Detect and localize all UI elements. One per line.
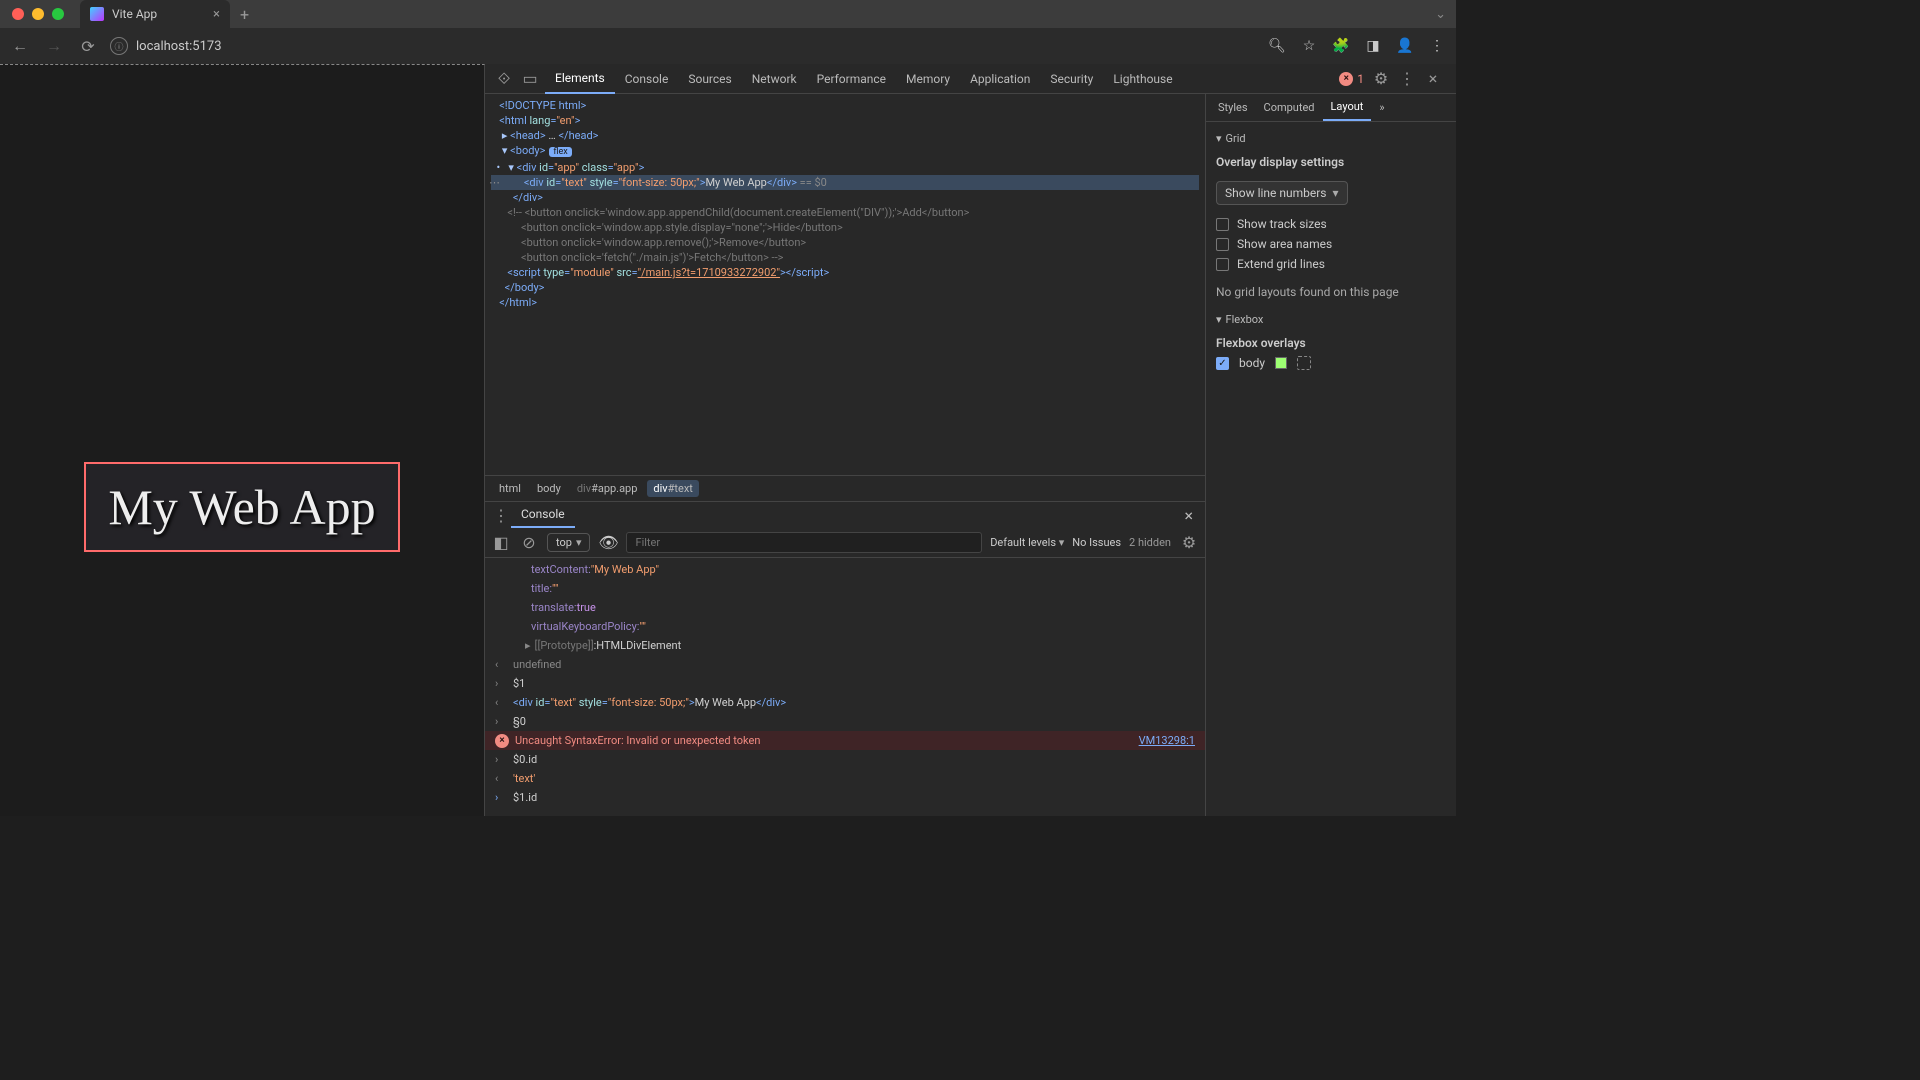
panel-toggle-icon[interactable]: ◨ — [1362, 38, 1384, 54]
no-grid-msg: No grid layouts found on this page — [1216, 285, 1446, 299]
color-swatch[interactable] — [1275, 357, 1287, 369]
tab-performance[interactable]: Performance — [807, 64, 896, 94]
error-dot-icon: × — [1339, 72, 1353, 86]
flexbox-section[interactable]: Flexbox — [1216, 313, 1446, 326]
vite-icon — [90, 7, 104, 21]
tab-title: Vite App — [112, 7, 157, 21]
forward-button: → — [42, 34, 66, 58]
tab-application[interactable]: Application — [960, 64, 1040, 94]
gear-icon[interactable]: ⚙ — [1370, 68, 1392, 90]
breadcrumb[interactable]: html body div#app.app div#text — [485, 475, 1205, 501]
menu-icon[interactable]: ⋮ — [1426, 38, 1448, 54]
close-window[interactable] — [12, 8, 24, 20]
extensions-icon[interactable]: 🧩 — [1330, 38, 1352, 54]
no-issues[interactable]: No Issues — [1072, 536, 1121, 549]
inspect-icon[interactable]: ⟐ — [493, 68, 515, 90]
close-tab-icon[interactable]: × — [213, 7, 220, 22]
error-x-icon: × — [495, 734, 509, 748]
reload-button[interactable]: ⟳ — [76, 34, 100, 58]
grid-section[interactable]: Grid — [1216, 132, 1446, 145]
tab-network[interactable]: Network — [742, 64, 807, 94]
tab-computed[interactable]: Computed — [1256, 94, 1323, 121]
close-drawer-icon[interactable]: × — [1178, 506, 1199, 525]
eye-icon[interactable]: 👁 — [598, 533, 618, 553]
console-prompt[interactable]: $1.id — [485, 788, 1205, 807]
site-info-icon[interactable]: ⓘ — [110, 37, 128, 55]
console-settings-icon[interactable]: ⚙ — [1179, 533, 1199, 553]
tab-memory[interactable]: Memory — [896, 64, 960, 94]
chk-area-names[interactable]: Show area names — [1216, 237, 1446, 251]
tab-elements[interactable]: Elements — [545, 64, 615, 94]
maximize-window[interactable] — [52, 8, 64, 20]
inspected-element-overlay: My Web App — [84, 462, 400, 552]
error-row: ×Uncaught SyntaxError: Invalid or unexpe… — [485, 731, 1205, 750]
tab-sources[interactable]: Sources — [678, 64, 741, 94]
body-flex-checkbox[interactable]: ✓ — [1216, 357, 1229, 370]
new-tab-button[interactable]: + — [240, 5, 249, 24]
tab-console[interactable]: Console — [615, 64, 679, 94]
search-icon[interactable]: 🔍︎ — [1266, 38, 1288, 54]
chk-grid-lines[interactable]: Extend grid lines — [1216, 257, 1446, 271]
browser-tab[interactable]: Vite App × — [80, 0, 230, 28]
drawer-menu-icon[interactable]: ⋮ — [491, 505, 511, 525]
context-select[interactable]: top — [547, 533, 590, 552]
bookmark-icon[interactable]: ☆ — [1298, 38, 1320, 54]
minimize-window[interactable] — [32, 8, 44, 20]
profile-icon[interactable]: 👤 — [1394, 38, 1416, 54]
tab-layout[interactable]: Layout — [1323, 94, 1372, 121]
filter-input[interactable] — [626, 532, 982, 553]
tab-styles[interactable]: Styles — [1210, 94, 1256, 121]
device-toolbar-icon[interactable]: ▭ — [519, 68, 541, 90]
line-numbers-select[interactable]: Show line numbers — [1216, 181, 1348, 205]
error-source-link[interactable]: VM13298:1 — [1139, 732, 1195, 749]
error-count[interactable]: × 1 — [1339, 72, 1364, 86]
selected-node[interactable]: ⋯ <div id="text" style="font-size: 50px;… — [491, 175, 1199, 190]
drawer-tab-console[interactable]: Console — [511, 502, 575, 528]
close-devtools-icon[interactable]: × — [1422, 68, 1444, 90]
more-tabs-icon[interactable]: » — [1371, 94, 1392, 121]
page-viewport: My Web App — [0, 64, 485, 816]
clear-console-icon[interactable]: ⊘ — [519, 533, 539, 553]
back-button[interactable]: ← — [8, 34, 32, 58]
more-icon[interactable]: ⋮ — [1396, 68, 1418, 90]
levels-select[interactable]: Default levels — [990, 536, 1064, 549]
flex-editor-icon[interactable] — [1297, 356, 1311, 370]
chevron-down-icon[interactable]: ⌄ — [1435, 7, 1456, 22]
toggle-sidebar-icon[interactable]: ◧ — [491, 533, 511, 553]
hidden-count[interactable]: 2 hidden — [1129, 536, 1171, 549]
tab-security[interactable]: Security — [1040, 64, 1103, 94]
url[interactable]: localhost:5173 — [136, 39, 222, 54]
chk-track-sizes[interactable]: Show track sizes — [1216, 217, 1446, 231]
dom-tree[interactable]: <!DOCTYPE html> <html lang="en"> ▸ <head… — [485, 94, 1205, 475]
tab-lighthouse[interactable]: Lighthouse — [1103, 64, 1182, 94]
page-heading: My Web App — [108, 478, 375, 536]
console-output[interactable]: textContent: "My Web App" title: "" tran… — [485, 558, 1205, 816]
